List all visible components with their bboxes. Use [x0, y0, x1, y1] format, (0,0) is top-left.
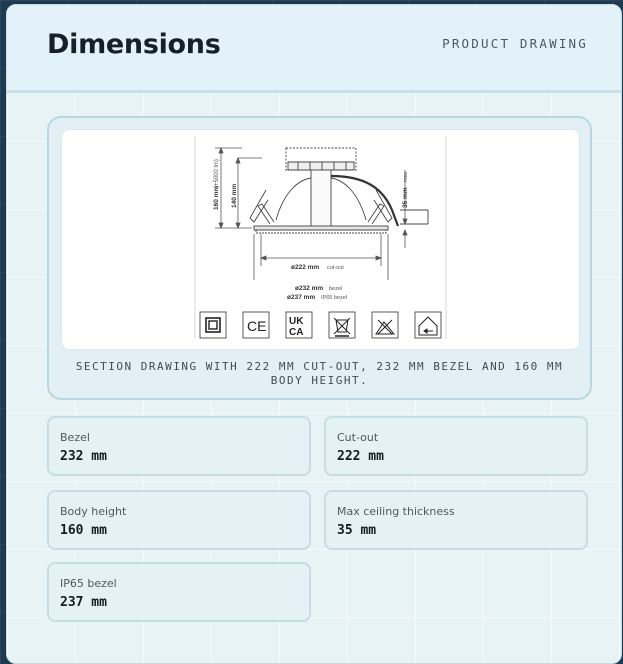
- section-drawing: 160 mm (+5000 lm) 140 mm 35 mm max ø222 …: [194, 136, 447, 339]
- spec-card-max-ceiling-thickness: Max ceiling thickness 35 mm: [324, 490, 588, 550]
- indoor-use-icon: [414, 311, 442, 339]
- no-insulation-cover-icon: [371, 311, 399, 339]
- page-title: Dimensions: [47, 29, 221, 60]
- drawing-figure: 160 mm (+5000 lm) 140 mm 35 mm max ø222 …: [47, 116, 592, 400]
- class-ii-icon: [199, 311, 227, 339]
- bezel-label: ø232 mm: [295, 285, 323, 292]
- height-body-label: 140 mm: [231, 184, 238, 208]
- spec-label: Body height: [60, 505, 127, 518]
- cutout-dimension: [253, 234, 389, 280]
- spec-label: Bezel: [60, 431, 90, 444]
- spec-label: IP65 bezel: [60, 577, 117, 590]
- total-height-dimension: [215, 146, 262, 230]
- ip65-label: ø237 mm: [287, 294, 315, 301]
- spec-card-body-height: Body height 160 mm: [47, 490, 311, 550]
- height-total-label: 160 mm: [213, 186, 220, 210]
- spec-label: Max ceiling thickness: [337, 505, 455, 518]
- cutout-label: ø222 mm: [291, 264, 319, 271]
- ceiling-label: 35 mm: [402, 187, 409, 208]
- figure-caption: SECTION DRAWING WITH 222 MM CUT-OUT, 232…: [75, 360, 564, 387]
- spec-value: 237 mm: [60, 595, 107, 610]
- ceiling-note: max: [403, 171, 409, 182]
- weee-bin-icon: [328, 311, 356, 339]
- spec-value: 222 mm: [337, 449, 384, 464]
- ip65-note: IP65 bezel: [321, 295, 347, 301]
- spec-card-ip65-bezel: IP65 bezel 237 mm: [47, 562, 311, 622]
- height-total-note: (+5000 lm): [214, 159, 220, 188]
- spec-label: Cut-out: [337, 431, 379, 444]
- section-eyebrow: PRODUCT DRAWING: [442, 36, 588, 51]
- bezel-note: bezel: [329, 286, 342, 292]
- ce-mark-icon: CE: [242, 311, 270, 339]
- spec-card-cut-out: Cut-out 222 mm: [324, 416, 588, 476]
- spec-card-bezel: Bezel 232 mm: [47, 416, 311, 476]
- svg-text:UK: UK: [289, 316, 304, 327]
- spec-value: 35 mm: [337, 523, 377, 538]
- panel-header: Dimensions PRODUCT DRAWING: [7, 5, 621, 93]
- drawing-frame[interactable]: 160 mm (+5000 lm) 140 mm 35 mm max ø222 …: [61, 129, 580, 350]
- ukca-mark-icon: UK CA: [285, 311, 313, 339]
- spec-value: 160 mm: [60, 523, 107, 538]
- spec-value: 232 mm: [60, 449, 107, 464]
- dimensions-panel: Dimensions PRODUCT DRAWING 160 mm (+5000…: [6, 4, 622, 664]
- certification-row: CE UK CA: [199, 311, 442, 339]
- svg-text:CA: CA: [289, 327, 303, 338]
- cutout-note: cut-out: [327, 265, 344, 271]
- svg-text:CE: CE: [247, 318, 266, 334]
